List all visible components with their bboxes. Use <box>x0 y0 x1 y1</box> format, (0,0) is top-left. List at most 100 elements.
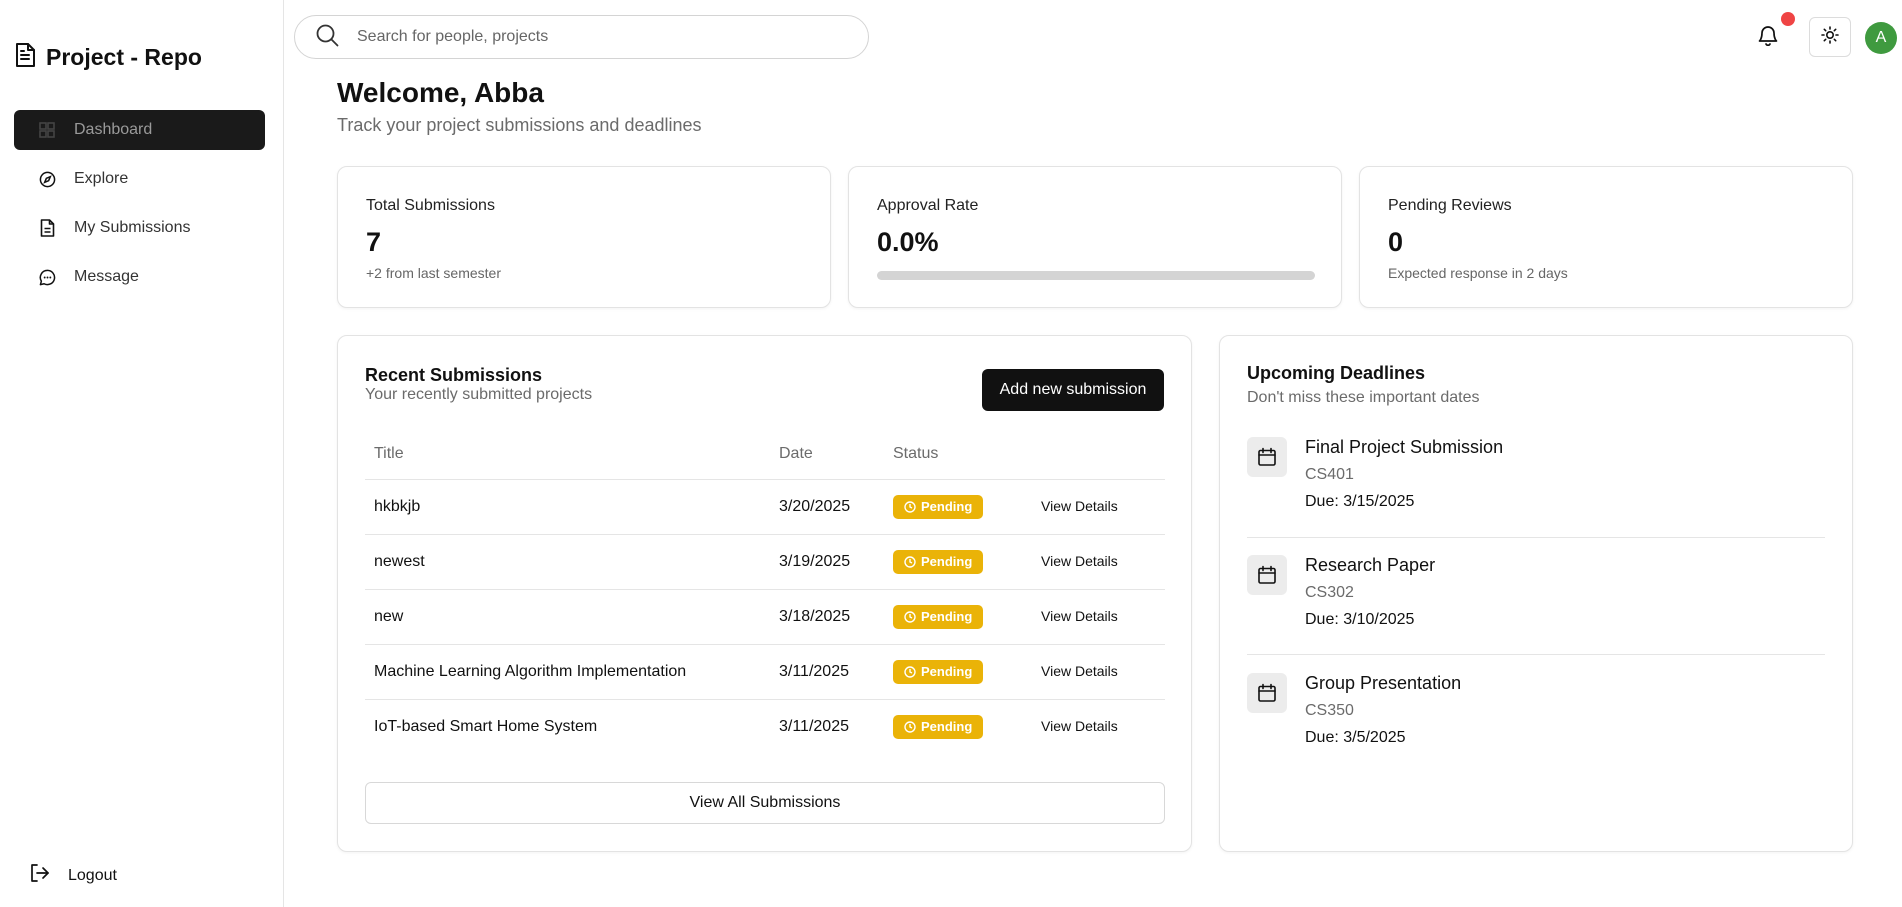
sun-icon <box>1821 25 1839 49</box>
status-badge: Pending <box>893 659 984 684</box>
deadline-due-date: Due: 3/15/2025 <box>1305 493 1415 510</box>
stat-value: 0.0% <box>877 227 939 257</box>
message-icon <box>38 268 56 286</box>
brand[interactable]: Project - Repo <box>14 42 202 73</box>
status-badge: Pending <box>893 494 984 519</box>
cell-action: View Details <box>1032 589 1165 645</box>
table-row: IoT-based Smart Home System 3/11/2025 Pe… <box>365 699 1165 754</box>
clock-icon <box>904 610 916 623</box>
calendar-icon <box>1247 673 1287 713</box>
table-header-row: Title Date Status <box>365 429 1165 480</box>
cell-title: newest <box>365 534 770 590</box>
deadline-title: Group Presentation <box>1305 673 1462 693</box>
cell-date: 3/11/2025 <box>770 644 884 700</box>
notification-dot <box>1781 12 1795 26</box>
status-text: Pending <box>921 719 973 735</box>
submissions-table: Title Date Status hkbkjb 3/20/2025 Pendi… <box>365 429 1165 754</box>
search-bar[interactable] <box>294 15 869 59</box>
cell-date: 3/11/2025 <box>779 717 849 735</box>
cell-title: new <box>365 589 770 645</box>
sidebar-item-label: Explore <box>74 170 129 187</box>
clock-icon <box>904 721 916 733</box>
logout-icon <box>30 864 50 887</box>
status-text: Pending <box>921 609 973 624</box>
upcoming-deadlines-subtitle: Don't miss these important dates <box>1247 389 1480 406</box>
column-header-status: Status <box>884 429 1032 480</box>
compass-icon <box>38 170 56 188</box>
sidebar-item-label: My Submissions <box>74 219 191 236</box>
table-row: Machine Learning Algorithm Implementatio… <box>365 644 1165 700</box>
notification-button[interactable] <box>1758 24 1780 47</box>
approval-progress-bar <box>877 271 1315 280</box>
status-badge: Pending <box>893 714 984 739</box>
stat-label: Approval Rate <box>877 197 979 214</box>
calendar-icon <box>1247 555 1287 595</box>
theme-toggle-button[interactable] <box>1809 17 1851 57</box>
status-text: Pending <box>921 499 973 514</box>
cell-status: Pending <box>884 699 1032 754</box>
document-logo-icon <box>14 42 36 73</box>
column-header-action <box>1032 429 1165 480</box>
stat-label: Pending Reviews <box>1388 197 1512 214</box>
search-icon <box>315 23 339 52</box>
view-details-link[interactable]: View Details <box>1041 498 1118 514</box>
sidebar-nav: Dashboard Explore My Submissions Message <box>14 110 265 306</box>
upcoming-deadlines-title: Upcoming Deadlines <box>1247 363 1426 383</box>
cell-title: Machine Learning Algorithm Implementatio… <box>365 644 770 700</box>
stat-card-pending-reviews: Pending Reviews 0 Expected response in 2… <box>1359 166 1853 308</box>
status-text: Pending <box>921 664 973 679</box>
stat-value: 0 <box>1388 227 1404 257</box>
status-badge: Pending <box>893 549 984 574</box>
status-badge: Pending <box>893 604 984 629</box>
cell-date: 3/19/2025 <box>770 534 884 590</box>
dashboard-icon <box>38 121 56 139</box>
sidebar-item-explore[interactable]: Explore <box>14 159 265 199</box>
cell-date: 3/20/2025 <box>770 479 884 535</box>
stat-value: 7 <box>366 227 382 257</box>
deadline-divider <box>1247 537 1825 538</box>
bell-icon <box>1758 26 1778 50</box>
column-header-title: Title <box>365 429 770 480</box>
column-header-date: Date <box>770 429 884 480</box>
deadline-course-code: CS350 <box>1305 702 1354 719</box>
stat-note: Expected response in 2 days <box>1388 265 1568 281</box>
add-submission-button[interactable]: Add new submission <box>982 369 1164 411</box>
table-row: new 3/18/2025 Pending View Details <box>365 589 1165 645</box>
page-subtitle: Track your project submissions and deadl… <box>337 115 702 135</box>
deadline-course-code: CS401 <box>1305 466 1354 483</box>
clock-icon <box>904 665 916 678</box>
sidebar: Project - Repo Dashboard Explore My Subm… <box>0 0 284 907</box>
cell-date: 3/18/2025 <box>770 589 884 645</box>
view-details-link[interactable]: View Details <box>1041 608 1118 624</box>
avatar[interactable]: A <box>1865 22 1897 54</box>
cell-status: Pending <box>884 534 1032 590</box>
deadline-divider <box>1247 654 1825 655</box>
status-text: Pending <box>921 554 973 569</box>
view-details-link[interactable]: View Details <box>1041 718 1118 734</box>
logout-button[interactable]: Logout <box>30 864 117 887</box>
sidebar-item-message[interactable]: Message <box>14 257 265 297</box>
view-details-link[interactable]: View Details <box>1041 553 1118 569</box>
stat-note: +2 from last semester <box>366 265 501 281</box>
view-details-link[interactable]: View Details <box>1041 663 1118 679</box>
table-row: hkbkjb 3/20/2025 Pending View Details <box>365 479 1165 535</box>
sidebar-item-label: Message <box>74 268 139 285</box>
deadline-due-date: Due: 3/10/2025 <box>1305 611 1415 628</box>
cell-action: View Details <box>1032 479 1165 535</box>
sidebar-item-label: Dashboard <box>74 121 153 138</box>
logout-label: Logout <box>68 866 117 884</box>
document-icon <box>38 219 56 237</box>
cell-action: View Details <box>1032 644 1165 700</box>
clock-icon <box>904 555 916 568</box>
cell-status: Pending <box>884 479 1032 535</box>
sidebar-item-my-submissions[interactable]: My Submissions <box>14 208 265 248</box>
sidebar-item-dashboard[interactable]: Dashboard <box>14 110 265 150</box>
stat-card-approval-rate: Approval Rate 0.0% <box>848 166 1342 308</box>
cell-status: Pending <box>884 589 1032 645</box>
stat-label: Total Submissions <box>366 197 495 214</box>
recent-submissions-subtitle: Your recently submitted projects <box>365 386 593 403</box>
stat-card-total-submissions: Total Submissions 7 +2 from last semeste… <box>337 166 831 308</box>
cell-title: IoT-based Smart Home System <box>374 717 598 735</box>
search-input[interactable] <box>357 28 837 46</box>
view-all-submissions-button[interactable]: View All Submissions <box>365 782 1165 824</box>
